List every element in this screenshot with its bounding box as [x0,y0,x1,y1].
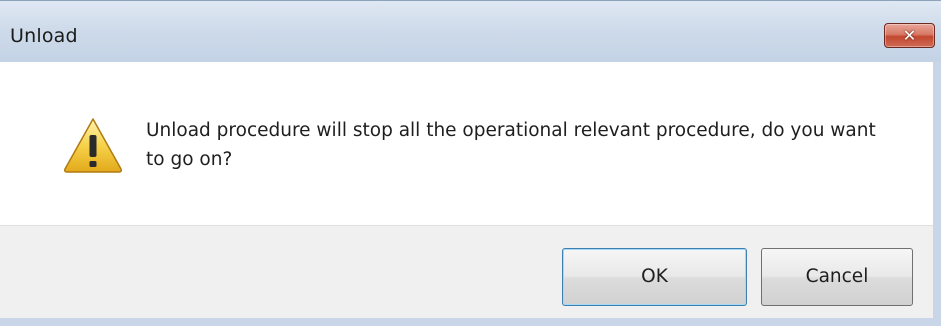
window-title: Unload [10,25,78,47]
cancel-button[interactable]: Cancel [761,248,913,306]
dialog-window: Unload ✕ Unload procedure will stop all … [0,0,941,326]
warning-icon [62,116,124,174]
message-text: Unload procedure will stop all the opera… [146,120,876,170]
close-icon: ✕ [902,26,917,45]
close-button[interactable]: ✕ [884,23,935,48]
ok-button[interactable]: OK [562,248,747,306]
window-border-bottom [0,318,941,326]
title-bar[interactable]: Unload ✕ [0,0,941,62]
window-border-right [933,62,941,326]
